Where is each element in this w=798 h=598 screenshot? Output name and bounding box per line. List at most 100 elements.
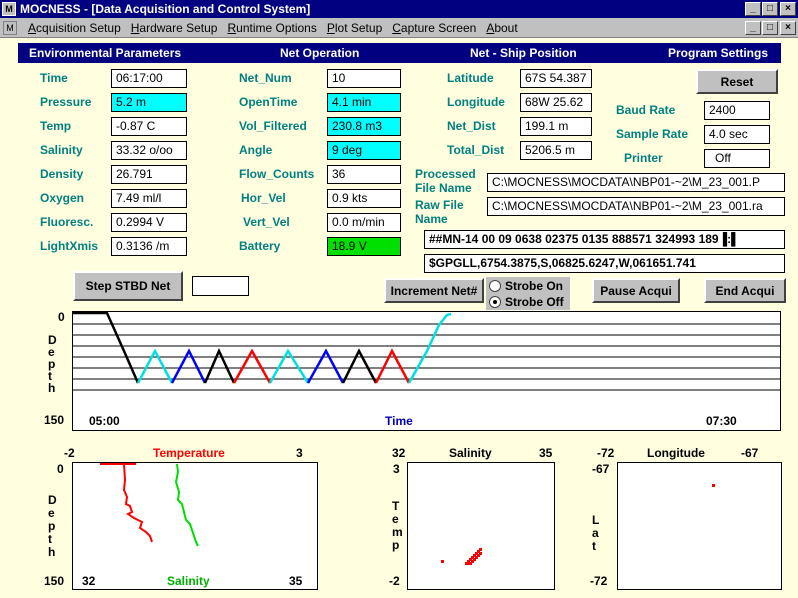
- pos-x-max: -67: [741, 446, 759, 460]
- profile-y-bottom: 150: [44, 574, 65, 588]
- depth-plot-y-top: 0: [58, 310, 65, 324]
- end-acqui-button[interactable]: End Acqui: [704, 278, 786, 303]
- pos-label-longitude: Longitude: [447, 95, 505, 109]
- net-label-vol-filtered: Vol_Filtered: [239, 119, 307, 133]
- ts-plot-frame: [407, 462, 555, 590]
- sal-axis-max: 35: [289, 574, 303, 588]
- pos-y-top: -67: [592, 462, 610, 476]
- net-value-hor-vel: 0.9 kts: [327, 189, 401, 208]
- raw-file-field[interactable]: C:\MOCNESS\MOCDATA\NBP01-~2\M_23_001.ra: [487, 197, 785, 216]
- pos-x-min: -72: [597, 446, 615, 460]
- sample-rate-field[interactable]: 4.0 sec: [704, 125, 770, 144]
- header-net-ship-position: Net - Ship Position: [470, 46, 577, 60]
- net-value-vol-filtered: 230.8 m3: [327, 117, 401, 136]
- env-label-fluoresc: Fluoresc.: [40, 215, 94, 229]
- menu-bar: M Acquisition Setup Hardware Setup Runti…: [0, 18, 798, 38]
- net-label-hor-vel: Hor_Vel: [241, 191, 286, 205]
- net-label-opentime: OpenTime: [239, 95, 298, 109]
- env-label-lightxmis: LightXmis: [40, 239, 99, 253]
- ts-title: Salinity: [449, 446, 492, 460]
- baud-rate-label: Baud Rate: [616, 103, 676, 117]
- baud-rate-field[interactable]: 2400: [704, 101, 770, 120]
- pos-value-longitude: 68W 25.62: [520, 93, 592, 112]
- window-title: MOCNESS - [Data Acquisition and Control …: [20, 2, 311, 16]
- window-icon[interactable]: M: [2, 2, 16, 16]
- depth-plot-y-bottom: 150: [44, 413, 65, 427]
- step-stbd-net-button[interactable]: Step STBD Net: [73, 271, 183, 301]
- temp-axis-min: -2: [64, 446, 75, 460]
- profile-y-top: 0: [57, 462, 64, 476]
- pos-label-latitude: Latitude: [447, 71, 494, 85]
- menu-about[interactable]: About: [481, 21, 522, 35]
- minimize-button[interactable]: _: [745, 2, 761, 16]
- strobe-off-label: Strobe Off: [505, 295, 564, 309]
- mn-data-string: ##MN-14 00 09 0638 02375 0135 888571 324…: [424, 230, 785, 249]
- processed-file-label: Processed File Name: [415, 167, 476, 195]
- net-value-angle: 9 deg: [327, 141, 401, 160]
- net-label-angle: Angle: [239, 143, 273, 157]
- profile-ylabel: Depth: [48, 493, 57, 559]
- ts-point: [479, 548, 482, 551]
- net-label-vert-vel: Vert_Vel: [243, 215, 290, 229]
- sal-axis-min: 32: [82, 574, 96, 588]
- reset-button[interactable]: Reset: [696, 69, 778, 94]
- net-label-battery: Battery: [239, 239, 281, 253]
- pause-acqui-button[interactable]: Pause Acqui: [592, 278, 680, 303]
- net-value-net-num: 10: [327, 69, 401, 88]
- env-label-pressure: Pressure: [40, 95, 92, 109]
- ts-y-bottom: -2: [389, 574, 400, 588]
- sal-axis-title: Salinity: [167, 574, 210, 588]
- sample-rate-label: Sample Rate: [616, 127, 689, 141]
- env-label-density: Density: [40, 167, 84, 181]
- header-environmental: Environmental Parameters: [29, 46, 182, 60]
- processed-file-field[interactable]: C:\MOCNESS\MOCDATA\NBP01-~2\M_23_001.P: [487, 173, 785, 192]
- env-value-time: 06:17:00: [111, 69, 187, 88]
- env-value-lightxmis: 0.3136 /m: [111, 237, 187, 256]
- depth-plot-xlabel: Time: [385, 414, 413, 428]
- section-header-bar: Environmental Parameters Net Operation N…: [18, 43, 781, 63]
- strobe-on-label: Strobe On: [505, 279, 564, 293]
- doc-restore-button[interactable]: □: [762, 21, 778, 35]
- pos-plot-frame: [617, 462, 782, 590]
- env-label-oxygen: Oxygen: [40, 191, 85, 205]
- depth-plot-x-left: 05:00: [89, 414, 120, 428]
- ship-position-point: [712, 484, 715, 487]
- ts-x-min: 32: [392, 446, 406, 460]
- document-icon[interactable]: M: [3, 20, 17, 35]
- doc-minimize-button[interactable]: _: [745, 21, 761, 35]
- header-net-operation: Net Operation: [280, 46, 360, 60]
- pos-value-total-dist: 5206.5 m: [520, 141, 592, 160]
- pos-value-net-dist: 199.1 m: [520, 117, 592, 136]
- doc-close-button[interactable]: ×: [780, 21, 796, 35]
- menu-hardware-setup[interactable]: Hardware Setup: [126, 21, 223, 35]
- maximize-button[interactable]: □: [762, 2, 778, 16]
- menu-runtime-options[interactable]: Runtime Options: [222, 21, 321, 35]
- ts-point: [479, 552, 482, 555]
- env-value-salinity: 33.32 o/oo: [111, 141, 187, 160]
- menu-acquisition-setup[interactable]: Acquisition Setup: [23, 21, 126, 35]
- depth-plot-ylabel: Depth: [48, 333, 57, 395]
- net-value-vert-vel: 0.0 m/min: [327, 213, 401, 232]
- strobe-off-radio[interactable]: Strobe Off: [489, 295, 564, 309]
- pos-label-net-dist: Net_Dist: [447, 119, 496, 133]
- depth-time-plot: [72, 311, 781, 431]
- temp-axis-max: 3: [296, 446, 303, 460]
- env-value-pressure: 5.2 m: [111, 93, 187, 112]
- temp-salinity-profile-plot: [72, 462, 318, 590]
- env-value-fluoresc: 0.2994 V: [111, 213, 187, 232]
- env-value-density: 26.791: [111, 165, 187, 184]
- close-button[interactable]: ×: [780, 2, 796, 16]
- ts-diagram-plot: [407, 462, 555, 590]
- pos-label-total-dist: Total_Dist: [447, 143, 505, 157]
- temp-axis-title: Temperature: [153, 446, 225, 460]
- increment-net-button[interactable]: Increment Net#: [384, 278, 484, 303]
- step-net-field[interactable]: [192, 276, 249, 296]
- net-value-flow-counts: 36: [327, 165, 401, 184]
- ts-point: [441, 560, 444, 563]
- ts-x-max: 35: [539, 446, 553, 460]
- menu-capture-screen[interactable]: Capture Screen: [387, 21, 481, 35]
- net-label-net-num: Net_Num: [239, 71, 292, 85]
- printer-field[interactable]: Off: [704, 149, 770, 168]
- strobe-on-radio[interactable]: Strobe On: [489, 279, 563, 293]
- menu-plot-setup[interactable]: Plot Setup: [322, 21, 387, 35]
